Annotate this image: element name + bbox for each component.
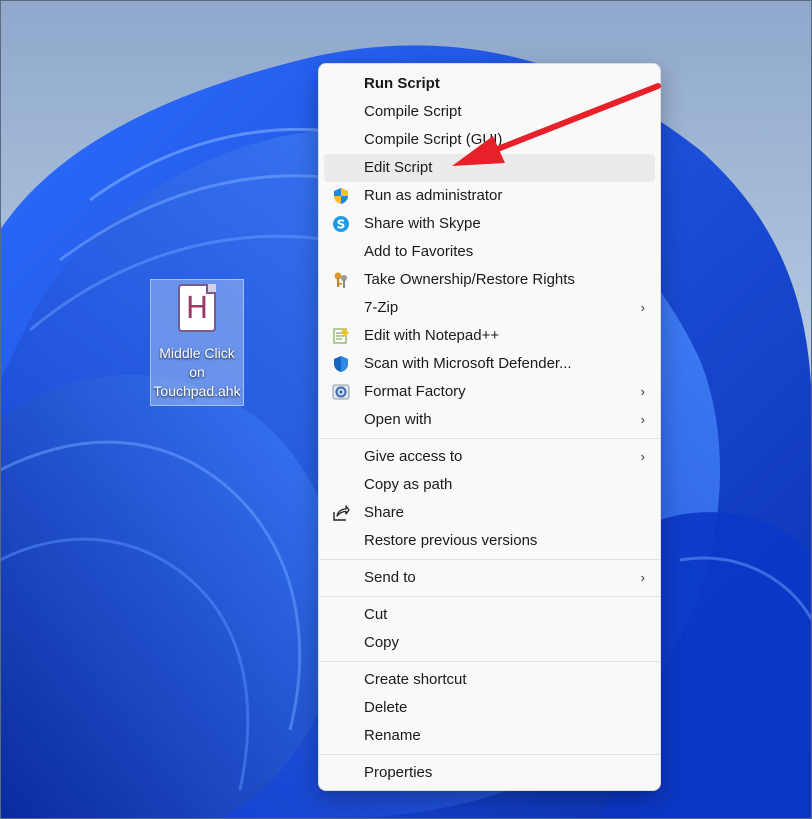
format-factory-icon — [332, 383, 350, 401]
menu-item-label: Copy — [364, 634, 400, 651]
menu-item-edit-script[interactable]: Edit Script — [324, 154, 655, 182]
menu-item-take-ownership-restore-rights[interactable]: Take Ownership/Restore Rights — [324, 266, 655, 294]
menu-item-label: Compile Script — [364, 103, 462, 120]
menu-item-label: Run Script — [364, 75, 440, 92]
menu-item-label: Run as administrator — [364, 187, 503, 204]
menu-item-scan-with-microsoft-defender[interactable]: Scan with Microsoft Defender... — [324, 350, 655, 378]
menu-item-label: Edit Script — [364, 159, 433, 176]
ahk-glyph: H — [185, 290, 209, 326]
menu-item-label: Open with — [364, 411, 432, 428]
menu-item-give-access-to[interactable]: Give access to › — [324, 443, 655, 471]
menu-item-properties[interactable]: Properties — [324, 759, 655, 787]
menu-item-7-zip[interactable]: 7-Zip › — [324, 294, 655, 322]
chevron-right-icon: › — [640, 449, 645, 464]
autohotkey-file-icon: H — [178, 284, 216, 332]
menu-item-compile-script-gui[interactable]: Compile Script (GUI) — [324, 126, 655, 154]
svg-text:S: S — [337, 218, 346, 232]
menu-item-label: Copy as path — [364, 476, 453, 493]
menu-item-label: Give access to — [364, 448, 463, 465]
menu-item-label: Delete — [364, 699, 408, 716]
menu-separator — [319, 559, 660, 560]
menu-item-copy[interactable]: Copy — [324, 629, 655, 657]
menu-item-label: Edit with Notepad++ — [364, 327, 500, 344]
menu-item-label: Format Factory — [364, 383, 466, 400]
menu-item-open-with[interactable]: Open with › — [324, 406, 655, 434]
menu-item-label: Compile Script (GUI) — [364, 131, 503, 148]
menu-separator — [319, 754, 660, 755]
menu-item-label: Create shortcut — [364, 671, 467, 688]
menu-item-label: Share — [364, 504, 405, 521]
keys-icon — [332, 271, 350, 289]
menu-item-compile-script[interactable]: Compile Script — [324, 98, 655, 126]
chevron-right-icon: › — [640, 384, 645, 399]
desktop-file-label: Middle Click on Touchpad.ahk — [153, 345, 241, 399]
menu-item-label: 7-Zip — [364, 299, 399, 316]
desktop-file-icon[interactable]: H Middle Click on Touchpad.ahk — [150, 279, 244, 406]
menu-separator — [319, 596, 660, 597]
menu-item-label: Take Ownership/Restore Rights — [364, 271, 575, 288]
menu-item-label: Properties — [364, 764, 433, 781]
menu-item-share-with-skype[interactable]: S Share with Skype — [324, 210, 655, 238]
menu-separator — [319, 438, 660, 439]
menu-item-rename[interactable]: Rename — [324, 722, 655, 750]
menu-item-create-shortcut[interactable]: Create shortcut — [324, 666, 655, 694]
context-menu: Run Script Compile Script Compile Script (… — [318, 63, 661, 791]
skype-icon: S — [332, 215, 350, 233]
menu-item-run-as-administrator[interactable]: Run as administrator — [324, 182, 655, 210]
menu-item-format-factory[interactable]: Format Factory › — [324, 378, 655, 406]
menu-item-share[interactable]: Share — [324, 499, 655, 527]
menu-item-label: Share with Skype — [364, 215, 481, 232]
notepad-plus-plus-icon — [332, 327, 350, 345]
menu-item-copy-as-path[interactable]: Copy as path — [324, 471, 655, 499]
chevron-right-icon: › — [640, 570, 645, 585]
defender-shield-icon — [332, 355, 350, 373]
menu-item-edit-with-notepad[interactable]: Edit with Notepad++ — [324, 322, 655, 350]
menu-item-delete[interactable]: Delete — [324, 694, 655, 722]
menu-item-send-to[interactable]: Send to › — [324, 564, 655, 592]
menu-item-label: Cut — [364, 606, 388, 623]
menu-item-label: Restore previous versions — [364, 532, 538, 549]
menu-item-restore-previous-versions[interactable]: Restore previous versions — [324, 527, 655, 555]
menu-item-label: Add to Favorites — [364, 243, 474, 260]
share-icon — [332, 504, 350, 522]
menu-item-label: Send to — [364, 569, 416, 586]
uac-shield-icon — [332, 187, 350, 205]
chevron-right-icon: › — [640, 300, 645, 315]
menu-item-add-to-favorites[interactable]: Add to Favorites — [324, 238, 655, 266]
menu-separator — [319, 661, 660, 662]
menu-item-label: Rename — [364, 727, 421, 744]
menu-item-run-script[interactable]: Run Script — [324, 70, 655, 98]
menu-item-cut[interactable]: Cut — [324, 601, 655, 629]
menu-item-label: Scan with Microsoft Defender... — [364, 355, 572, 372]
chevron-right-icon: › — [640, 412, 645, 427]
